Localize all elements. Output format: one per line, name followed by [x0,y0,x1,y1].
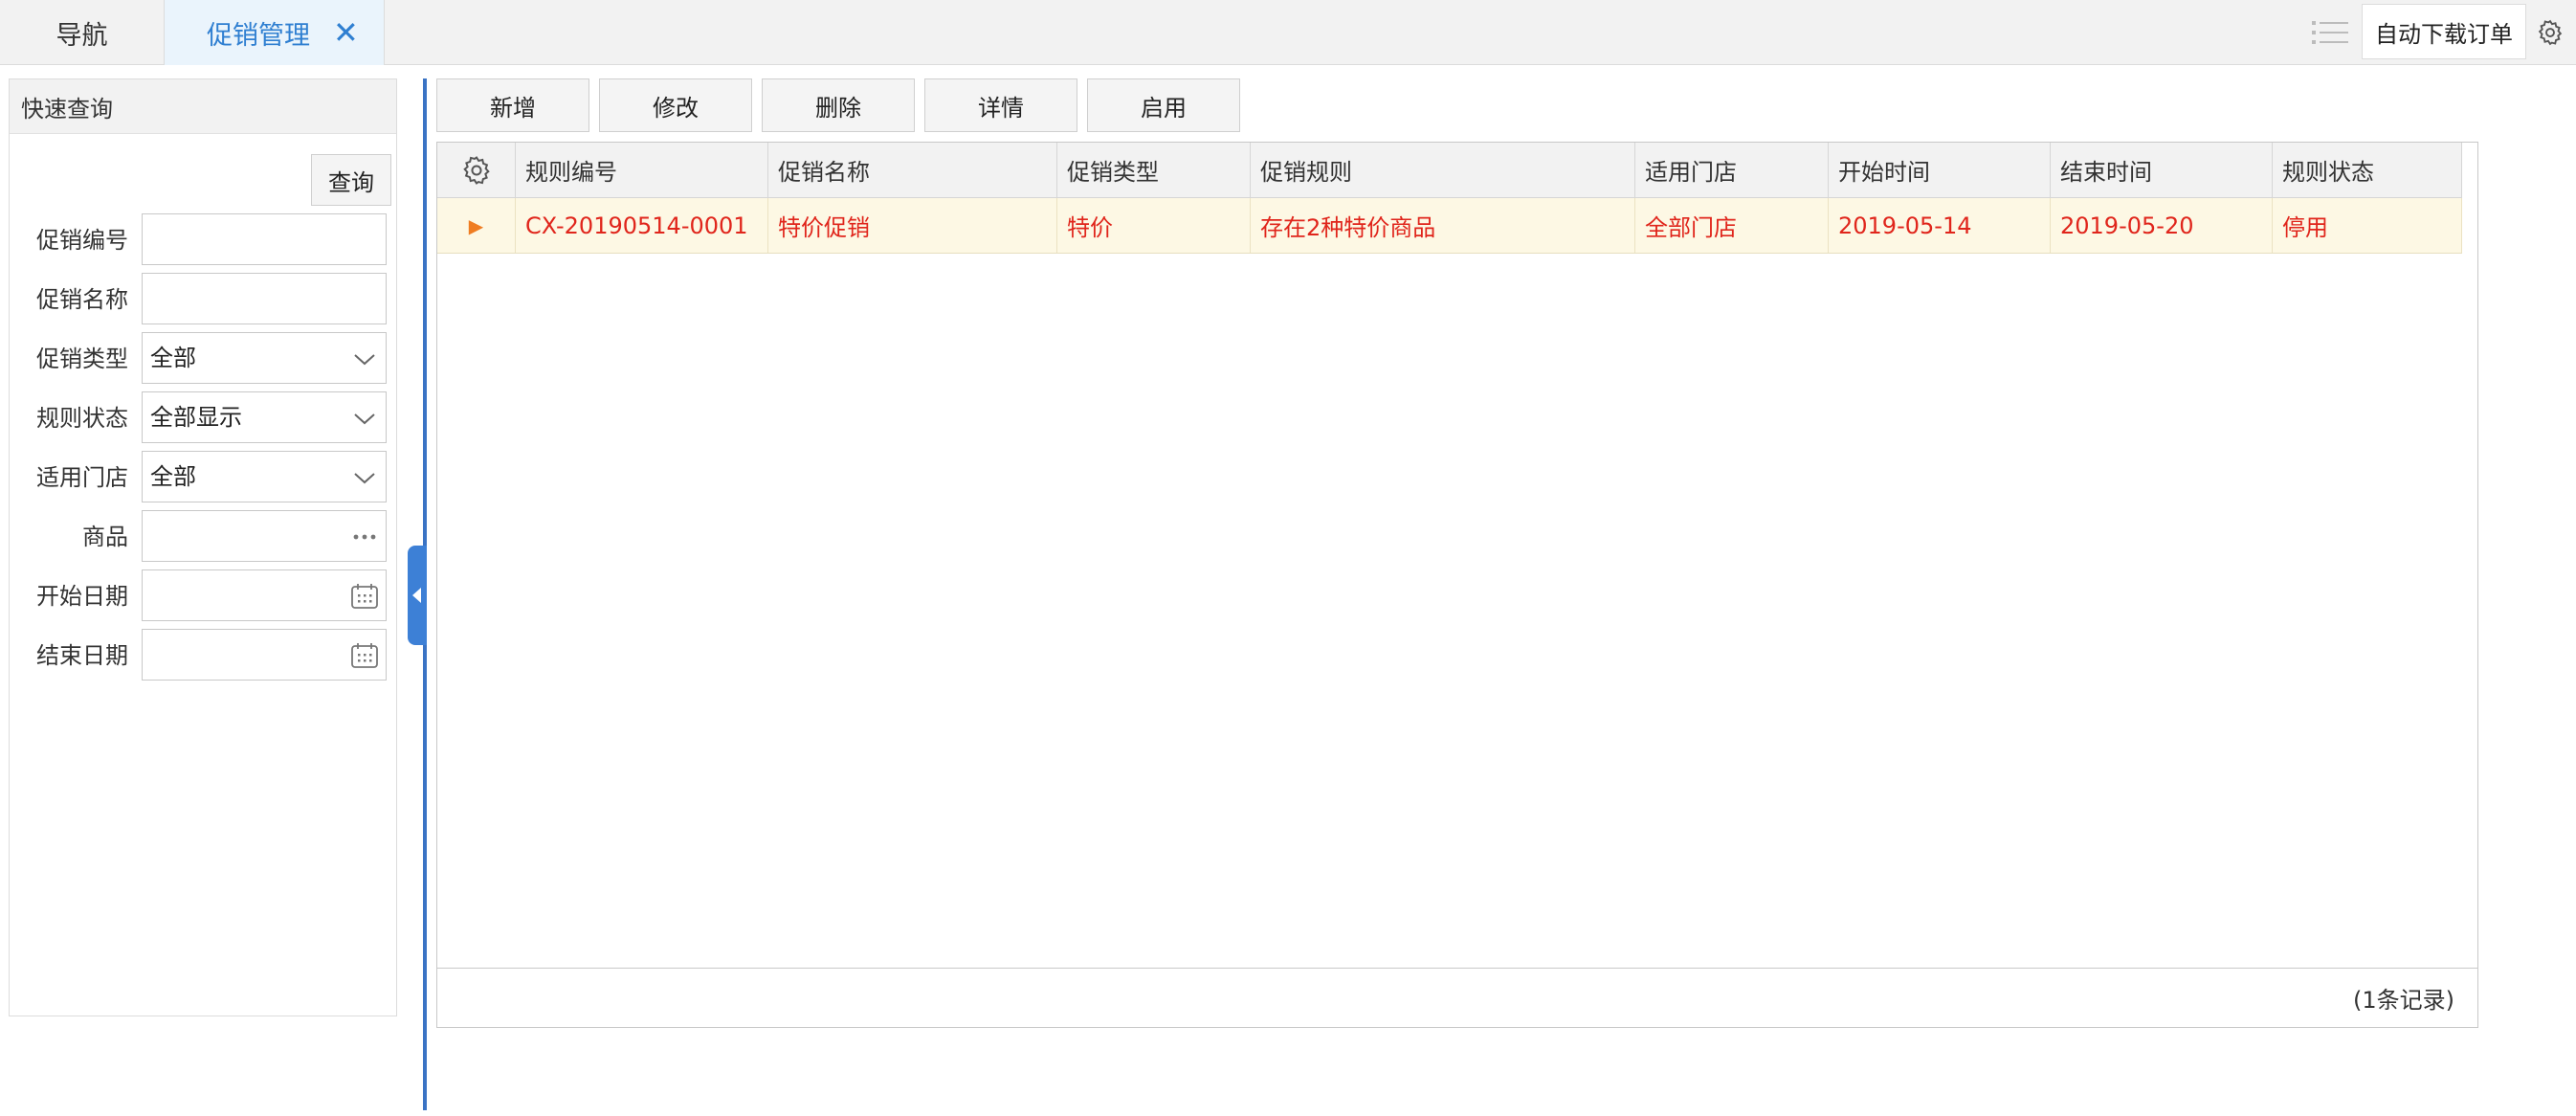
delete-button[interactable]: 删除 [762,78,915,132]
cell-rule-status: 停用 [2273,198,2462,253]
gear-icon [462,155,490,185]
column-header-promo-type[interactable]: 促销类型 [1057,143,1251,197]
collapse-panel-handle[interactable] [408,546,427,645]
calendar-icon[interactable] [349,641,380,670]
detail-button-label: 详情 [978,94,1024,122]
row-marker: ▶ [437,198,516,253]
field-label: 开始日期 [36,583,128,610]
promotion-grid: 规则编号 促销名称 促销类型 促销规则 适用门店 开始时间 结束时间 规则状态 … [436,142,2478,1028]
store-value: 全部 [150,463,196,490]
field-label: 促销编号 [36,227,128,254]
detail-button[interactable]: 详情 [924,78,1077,132]
field-label: 规则状态 [36,405,128,432]
auto-download-label: 自动下载订单 [2375,20,2513,48]
cell-store: 全部门店 [1635,198,1829,253]
field-label: 适用门店 [36,464,128,491]
quick-search-panel: 快速查询 查询 促销编号 促销名称 促销类型 全部 规则状态 全部显示 适用门店 [9,78,397,1016]
delete-button-label: 删除 [815,94,861,122]
end-date-input[interactable] [142,629,387,681]
field-label: 促销类型 [36,346,128,372]
chevron-left-icon [412,588,421,603]
promo-id-input[interactable] [142,213,387,265]
cell-start-time: 2019-05-14 [1829,198,2051,253]
store-select[interactable]: 全部 [142,451,387,502]
chevron-down-icon [354,413,375,425]
column-header-promo-rule[interactable]: 促销规则 [1251,143,1635,197]
add-button-label: 新增 [490,94,536,122]
add-button[interactable]: 新增 [436,78,589,132]
cell-rule-id: CX-20190514-0001 [516,198,768,253]
tab-promotion-management[interactable]: 促销管理 ✕ [165,0,385,65]
edit-button-label: 修改 [653,94,699,122]
cell-promo-rule: 存在2种特价商品 [1251,198,1635,253]
column-header-start-time[interactable]: 开始时间 [1829,143,2051,197]
list-icon[interactable] [2306,17,2354,48]
query-button-label: 查询 [328,168,374,196]
column-settings[interactable] [437,143,516,197]
field-end-date: 结束日期 [10,629,398,682]
table-row[interactable]: ▶ CX-20190514-0001 特价促销 特价 存在2种特价商品 全部门店… [437,198,2462,254]
field-label: 商品 [82,524,128,550]
column-header-end-time[interactable]: 结束时间 [2051,143,2273,197]
quick-search-title-text: 快速查询 [21,95,113,123]
promo-type-select[interactable]: 全部 [142,332,387,384]
rule-status-value: 全部显示 [150,404,242,431]
promo-name-input[interactable] [142,273,387,324]
field-rule-status: 规则状态 全部显示 [10,391,398,445]
field-promo-id: 促销编号 [10,213,398,267]
edit-button[interactable]: 修改 [599,78,752,132]
tab-bar: 导航 促销管理 ✕ 自动下载订单 [0,0,2576,65]
chevron-down-icon [354,473,375,484]
cell-promo-type: 特价 [1057,198,1251,253]
chevron-down-icon [354,354,375,366]
query-button[interactable]: 查询 [311,154,391,206]
grid-header: 规则编号 促销名称 促销类型 促销规则 适用门店 开始时间 结束时间 规则状态 [437,143,2462,198]
gear-icon [2538,19,2563,46]
field-label: 促销名称 [36,286,128,313]
close-icon[interactable]: ✕ [333,17,359,48]
product-picker[interactable] [142,510,387,562]
settings-button[interactable] [2528,10,2572,56]
enable-button[interactable]: 启用 [1087,78,1240,132]
calendar-icon[interactable] [349,582,380,611]
tab-navigation[interactable]: 导航 [0,0,165,65]
rule-status-select[interactable]: 全部显示 [142,391,387,443]
cell-end-time: 2019-05-20 [2051,198,2273,253]
field-start-date: 开始日期 [10,569,398,623]
field-label: 结束日期 [36,642,128,669]
column-header-rule-id[interactable]: 规则编号 [516,143,768,197]
field-promo-name: 促销名称 [10,273,398,326]
column-header-store[interactable]: 适用门店 [1635,143,1829,197]
auto-download-orders-button[interactable]: 自动下载订单 [2362,4,2526,59]
start-date-input[interactable] [142,569,387,621]
enable-button-label: 启用 [1141,94,1187,122]
field-product: 商品 [10,510,398,564]
more-dots-icon[interactable] [349,523,380,551]
grid-footer: (1条记录) [437,968,2477,1027]
tab-promotion-label: 促销管理 [207,20,310,51]
cell-promo-name: 特价促销 [768,198,1057,253]
column-header-rule-status[interactable]: 规则状态 [2273,143,2462,197]
field-store: 适用门店 全部 [10,451,398,504]
tab-navigation-label: 导航 [56,20,108,51]
quick-search-title: 快速查询 [10,79,396,134]
record-count: (1条记录) [2353,987,2454,1014]
field-promo-type: 促销类型 全部 [10,332,398,386]
column-header-promo-name[interactable]: 促销名称 [768,143,1057,197]
promo-type-value: 全部 [150,345,196,371]
